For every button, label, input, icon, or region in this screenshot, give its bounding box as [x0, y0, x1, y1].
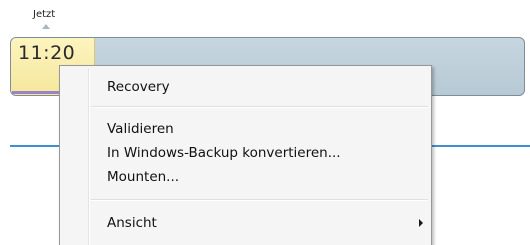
- menu-separator: [91, 199, 428, 201]
- menu-item-mount[interactable]: Mounten...: [107, 166, 179, 188]
- menu-item-recovery[interactable]: Recovery: [107, 76, 170, 98]
- menu-item-convert-to-windows-backup[interactable]: In Windows-Backup konvertieren...: [107, 142, 341, 164]
- menu-item-validate[interactable]: Validieren: [107, 118, 174, 140]
- now-marker-icon: [42, 24, 50, 29]
- now-label: Jetzt: [33, 9, 56, 20]
- menu-icon-gutter: [88, 68, 90, 245]
- submenu-arrow-icon: [419, 219, 423, 227]
- backup-time-label: 11:20: [18, 42, 76, 64]
- menu-item-view[interactable]: Ansicht: [107, 212, 157, 234]
- backup-timeline-view: Jetzt 11:20 Recovery Validieren In Windo…: [0, 0, 530, 245]
- context-menu: Recovery Validieren In Windows-Backup ko…: [59, 65, 432, 245]
- menu-separator: [91, 106, 428, 108]
